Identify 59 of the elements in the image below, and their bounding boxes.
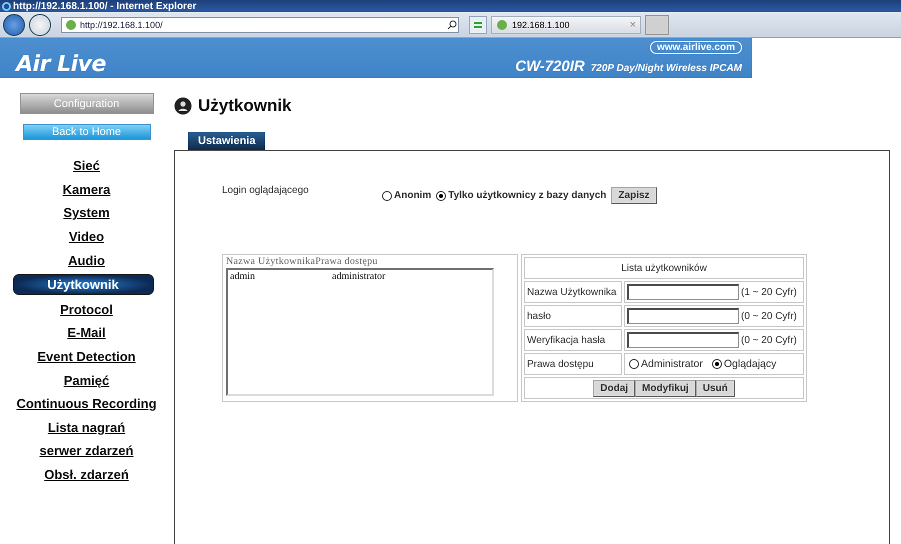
nav-link[interactable]: Continuous Recording — [16, 392, 157, 416]
form-button[interactable]: Modyfikuj — [635, 380, 696, 396]
nav-link[interactable]: System — [63, 201, 110, 225]
input-field[interactable] — [627, 284, 739, 300]
browser-tab[interactable]: 192.168.1.100 × — [491, 16, 641, 34]
form-button[interactable]: Dodaj — [593, 380, 636, 396]
radio-button[interactable] — [382, 190, 392, 200]
radio-label: Administrator — [641, 358, 703, 370]
browser-icon — [2, 2, 11, 10]
field-label: hasło — [527, 310, 551, 322]
nav-link[interactable]: Protocol — [60, 298, 113, 322]
radio-button[interactable] — [629, 359, 639, 369]
model-description: 720P Day/Night Wireless IPCAM — [590, 63, 742, 74]
field-hint: (0 ~ 20 Cyfr) — [741, 334, 797, 346]
search-icon[interactable] — [446, 18, 458, 30]
back-button[interactable] — [3, 14, 25, 36]
radio-label: Tylko użytkownicy z bazy danych — [448, 190, 606, 201]
globe-icon — [496, 18, 508, 30]
nav-link[interactable]: Lista nagrań — [48, 416, 126, 440]
radio-label: Anonim — [394, 190, 432, 201]
refresh-icon[interactable] — [469, 16, 487, 34]
website-label: www.airlive.com — [650, 41, 742, 54]
address-field[interactable]: http://192.168.1.100/ — [61, 16, 459, 32]
field-hint: (1 ~ 20 Cyfr) — [741, 286, 797, 298]
user-list[interactable]: admin administrator — [226, 268, 494, 396]
field-hint: (0 ~ 20 Cyfr) — [741, 310, 797, 322]
forward-button[interactable] — [29, 14, 51, 36]
page-title: Użytkownik — [198, 96, 292, 116]
globe-icon — [65, 18, 77, 30]
model-name: CW-720IR — [515, 58, 585, 75]
radio-button[interactable] — [436, 190, 446, 200]
user-icon — [174, 97, 192, 115]
nav-link[interactable]: Video — [68, 224, 104, 248]
field-label: Login oglądającego — [222, 185, 310, 196]
tab[interactable]: Ustawienia — [188, 132, 266, 150]
user-role: administrator — [332, 271, 386, 282]
radio-button[interactable] — [712, 359, 722, 369]
field-label: Nazwa Użytkownika — [527, 286, 616, 298]
nav-link[interactable]: serwer zdarzeń — [40, 439, 134, 463]
nav-link[interactable]: Kamera — [62, 178, 110, 202]
nav-link[interactable]: Obsł. zdarzeń — [44, 462, 129, 486]
nav-link[interactable]: Pamięć — [64, 368, 110, 392]
list-header: Nazwa UżytkownikaPrawa dostępu — [226, 256, 379, 267]
nav-link[interactable]: E-Mail — [67, 321, 106, 345]
save-button[interactable]: Zapisz — [611, 187, 657, 204]
logo: Air Live — [14, 51, 106, 78]
nav-link[interactable]: Event Detection — [37, 344, 136, 368]
form-title: Lista użytkowników — [621, 262, 707, 274]
form-button[interactable]: Usuń — [696, 380, 735, 396]
nav-link[interactable]: Użytkownik — [12, 274, 154, 295]
window-title: http://192.168.1.100/ - Internet Explorer — [13, 0, 196, 12]
radio-label: Oglądający — [724, 358, 776, 370]
nav-link[interactable]: Audio — [68, 248, 105, 272]
input-field[interactable] — [627, 332, 739, 348]
user-name: admin — [230, 271, 256, 282]
field-label: Weryfikacja hasła — [527, 334, 606, 346]
field-label: Prawa dostępu — [527, 358, 594, 370]
nav-link[interactable]: Sieć — [73, 154, 100, 178]
input-field[interactable] — [627, 308, 739, 324]
